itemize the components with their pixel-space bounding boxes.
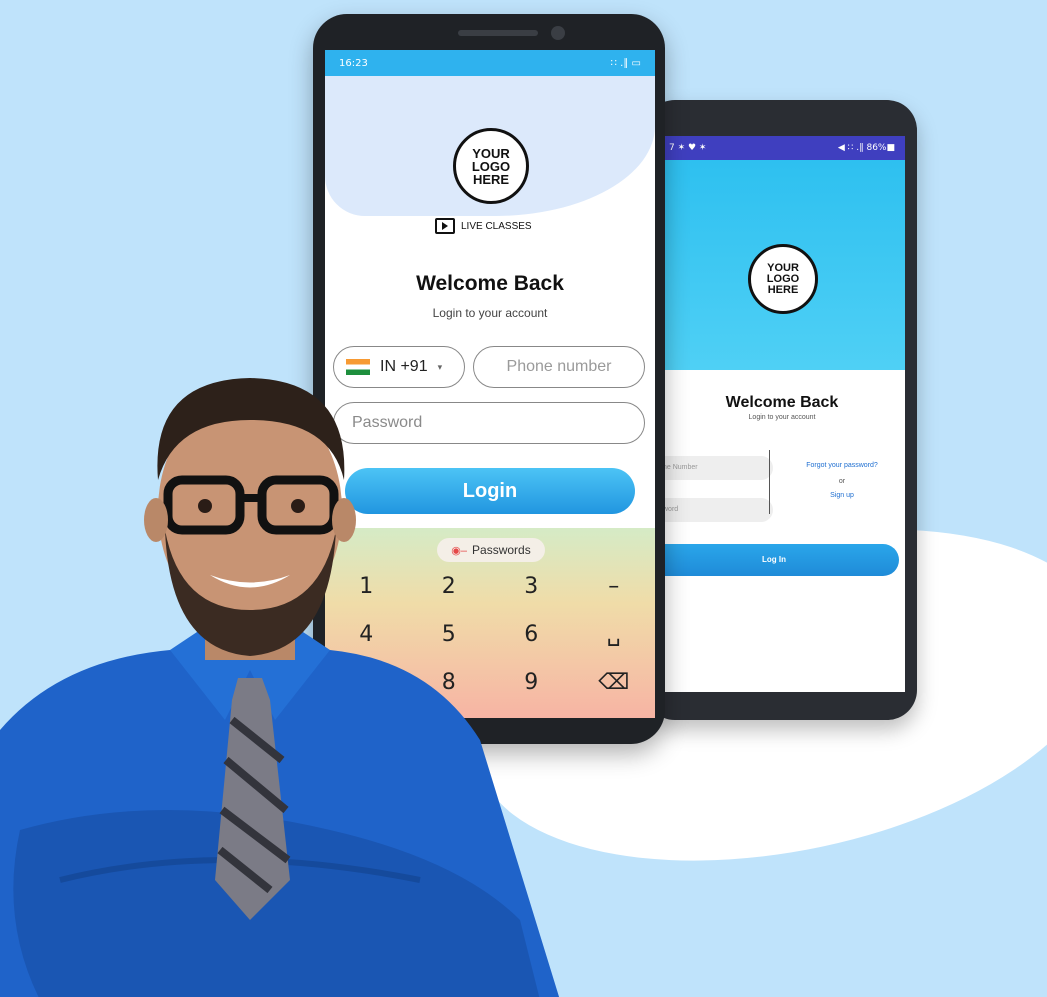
back-phone-field[interactable]: ne Number	[659, 456, 773, 480]
back-status-left: 7 ✶ ♥ ✶	[669, 143, 707, 153]
logo-line: YOUR	[767, 261, 799, 274]
back-password-field[interactable]: word	[659, 498, 773, 522]
sign-up-link[interactable]: Sign up	[779, 492, 905, 499]
status-time: 16:23	[339, 57, 368, 69]
key-minus[interactable]: –	[573, 568, 656, 606]
logo-line: YOUR	[472, 145, 510, 161]
front-logo: YOUR LOGO HERE	[453, 128, 529, 204]
back-status-right: ◀ ∷ .∥ 86%■	[837, 143, 895, 153]
front-status-bar: 16:23 ∷ .∥ ▭	[325, 50, 655, 76]
key-backspace[interactable]: ⌫	[573, 664, 656, 702]
welcome-subtitle: Login to your account	[432, 306, 548, 320]
back-phone: 7 ✶ ♥ ✶ ◀ ∷ .∥ 86%■ YOUR LOGO HERE Welco…	[645, 100, 917, 720]
front-camera	[551, 26, 565, 40]
or-text: or	[838, 478, 846, 485]
status-icons: ∷ .∥ ▭	[610, 57, 641, 69]
speaker-grille	[458, 30, 538, 36]
promo-canvas: 7 ✶ ♥ ✶ ◀ ∷ .∥ 86%■ YOUR LOGO HERE Welco…	[0, 0, 1047, 997]
back-hero: YOUR LOGO HERE	[659, 160, 905, 370]
live-classes-text: LIVE CLASSES	[461, 220, 532, 232]
forgot-password-link[interactable]: Forgot your password?	[779, 462, 905, 469]
back-phone-screen: 7 ✶ ♥ ✶ ◀ ∷ .∥ 86%■ YOUR LOGO HERE Welco…	[659, 136, 905, 692]
logo-line: LOGO	[471, 158, 511, 174]
back-logo: YOUR LOGO HERE	[748, 244, 818, 314]
tv-icon	[435, 218, 455, 234]
logo-line: LOGO	[766, 272, 800, 285]
back-login-sheet: Welcome Back Login to your account ne Nu…	[659, 370, 905, 692]
back-divider	[769, 450, 770, 514]
back-login-button[interactable]: Log In	[659, 544, 899, 576]
back-subtitle: Login to your account	[748, 414, 816, 421]
logo-line: HERE	[767, 283, 799, 296]
logo-line: HERE	[472, 171, 510, 187]
live-classes-label: LIVE CLASSES	[435, 218, 532, 234]
back-title: Welcome Back	[725, 394, 839, 411]
key-space[interactable]: ␣	[573, 616, 656, 654]
smiling-man-illustration	[0, 378, 560, 997]
back-status-bar: 7 ✶ ♥ ✶ ◀ ∷ .∥ 86%■	[659, 136, 905, 160]
welcome-title: Welcome Back	[416, 272, 564, 295]
